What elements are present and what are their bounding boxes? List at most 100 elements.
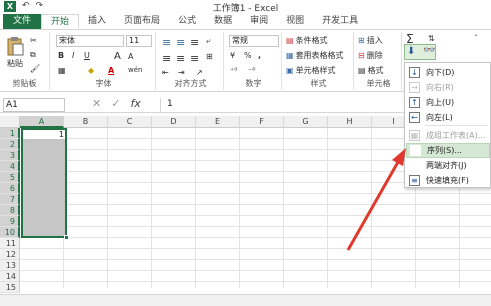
paste-icon bbox=[7, 37, 24, 56]
italic-button[interactable]: I bbox=[72, 51, 74, 60]
align-right-icon[interactable]: ≡ bbox=[190, 52, 199, 65]
row-header-10[interactable]: 10 bbox=[0, 227, 20, 238]
font-name-combo[interactable]: 宋体 bbox=[56, 35, 124, 47]
fill-menu-item-6[interactable]: 两端对齐(J) bbox=[406, 158, 490, 173]
fill-menu-item-2[interactable]: ↑ 向上(U) bbox=[406, 95, 490, 110]
sheet-tab-bar bbox=[0, 294, 491, 306]
fill-color-icon[interactable]: ◆ bbox=[88, 66, 94, 75]
fill-menu-label-1: 向右(R) bbox=[426, 83, 454, 92]
currency-icon[interactable]: ¥ bbox=[230, 51, 235, 60]
row-header-8[interactable]: 8 bbox=[0, 205, 20, 216]
column-header-c[interactable]: C bbox=[108, 116, 152, 128]
cut-icon[interactable]: ✂ bbox=[30, 36, 37, 45]
column-header-a[interactable]: A bbox=[20, 116, 64, 128]
fill-button[interactable]: ⬇ 👓 bbox=[404, 44, 436, 60]
paste-button[interactable]: 粘贴 bbox=[6, 36, 24, 69]
fill-handle[interactable] bbox=[64, 235, 69, 240]
row-header-4[interactable]: 4 bbox=[0, 161, 20, 172]
indent-decrease-icon[interactable]: ⇤ bbox=[162, 68, 169, 77]
merge-icon[interactable]: ⊞ bbox=[206, 52, 213, 61]
table-format-label: 套用表格格式 bbox=[295, 51, 344, 60]
fill-menu-item-4: ▦ 成组工作表(A)... bbox=[406, 128, 490, 143]
cancel-icon[interactable]: ✕ bbox=[92, 97, 101, 110]
ribbon-collapse-icon[interactable]: ˆ bbox=[474, 34, 478, 43]
fill-menu-item-0[interactable]: ↓ 向下(D) bbox=[406, 65, 490, 80]
row-header-1[interactable]: 1 bbox=[0, 128, 20, 139]
column-header-h[interactable]: H bbox=[328, 116, 372, 128]
tab-file[interactable]: 文件 bbox=[3, 14, 42, 29]
border-icon[interactable]: ▦ bbox=[58, 66, 66, 75]
row-header-12[interactable]: 12 bbox=[0, 249, 20, 260]
tab-formulas[interactable]: 公式 bbox=[169, 14, 205, 29]
row-header-14[interactable]: 14 bbox=[0, 271, 20, 282]
row-header-6[interactable]: 6 bbox=[0, 183, 20, 194]
sort-filter-icon[interactable]: ⇅ bbox=[428, 34, 435, 43]
align-middle-icon[interactable]: ≡ bbox=[176, 36, 185, 49]
formula-actions: ✕ ✓ fx bbox=[92, 97, 141, 110]
column-header-d[interactable]: D bbox=[152, 116, 196, 128]
selected-range[interactable] bbox=[21, 128, 67, 238]
delete-button[interactable]: ⊟ 删除 bbox=[358, 50, 383, 61]
row-header-9[interactable]: 9 bbox=[0, 216, 20, 227]
tab-data[interactable]: 数据 bbox=[205, 14, 241, 29]
row-header-7[interactable]: 7 bbox=[0, 194, 20, 205]
insert-function-button[interactable]: fx bbox=[130, 97, 140, 110]
align-center-icon[interactable]: ≡ bbox=[176, 52, 185, 65]
tab-developer[interactable]: 开发工具 bbox=[313, 14, 367, 29]
fill-menu-label-2: 向上(U) bbox=[426, 98, 455, 107]
table-format-button[interactable]: ▦ 套用表格格式 bbox=[286, 50, 344, 61]
align-bottom-icon[interactable]: ≡ bbox=[190, 36, 199, 49]
grow-font-button[interactable]: A bbox=[114, 51, 121, 62]
row-header-5[interactable]: 5 bbox=[0, 172, 20, 183]
row-header-3[interactable]: 3 bbox=[0, 150, 20, 161]
tab-insert[interactable]: 插入 bbox=[79, 14, 115, 29]
clipboard-group: 粘贴 ✂ ⧉ 🖌 剪贴板 bbox=[0, 32, 50, 90]
tab-view[interactable]: 视图 bbox=[277, 14, 313, 29]
font-size-combo[interactable]: 11 bbox=[126, 35, 152, 47]
name-box[interactable]: A1 bbox=[3, 98, 65, 112]
shrink-font-button[interactable]: A bbox=[128, 52, 133, 61]
align-left-icon[interactable]: ≡ bbox=[162, 52, 171, 65]
row-header-2[interactable]: 2 bbox=[0, 139, 20, 150]
percent-button[interactable]: % bbox=[244, 51, 252, 60]
copy-icon[interactable]: ⧉ bbox=[30, 50, 36, 60]
conditional-format-button[interactable]: ▤ 条件格式 bbox=[286, 35, 328, 46]
cond-format-label: 条件格式 bbox=[295, 36, 328, 45]
find-select-icon: 👓 bbox=[423, 45, 436, 56]
fill-menu-label-6: 两端对齐(J) bbox=[426, 161, 467, 170]
tab-page-layout[interactable]: 页面布局 bbox=[115, 14, 169, 29]
row-header-15[interactable]: 15 bbox=[0, 282, 20, 293]
increase-decimal-icon[interactable]: ⁺⁰ bbox=[230, 66, 237, 75]
tab-home[interactable]: 开始 bbox=[41, 14, 80, 29]
insert-button[interactable]: ⊞ 插入 bbox=[358, 35, 383, 46]
row-header-11[interactable]: 11 bbox=[0, 238, 20, 249]
column-header-e[interactable]: E bbox=[196, 116, 240, 128]
tab-review[interactable]: 审阅 bbox=[241, 14, 277, 29]
format-painter-icon[interactable]: 🖌 bbox=[30, 64, 40, 73]
row-header-13[interactable]: 13 bbox=[0, 260, 20, 271]
column-header-g[interactable]: G bbox=[284, 116, 328, 128]
bold-button[interactable]: B bbox=[58, 51, 64, 60]
fill-menu-item-3[interactable]: ← 向左(L) bbox=[406, 110, 490, 125]
align-top-icon[interactable]: ≡ bbox=[162, 36, 171, 49]
orientation-icon[interactable]: ↗ bbox=[196, 68, 203, 77]
fill-menu-label-0: 向下(D) bbox=[426, 68, 455, 77]
cell-a1[interactable]: 1 bbox=[23, 130, 65, 139]
wrap-text-icon[interactable]: ⤶ bbox=[206, 36, 210, 46]
underline-button[interactable]: U bbox=[84, 51, 90, 60]
number-format-combo[interactable]: 常规 bbox=[229, 35, 279, 47]
indent-increase-icon[interactable]: ⇥ bbox=[178, 68, 185, 77]
font-color-button[interactable]: A bbox=[108, 66, 114, 75]
column-header-b[interactable]: B bbox=[64, 116, 108, 128]
decrease-decimal-icon[interactable]: ⁻⁰ bbox=[248, 66, 255, 75]
phonetic-button[interactable]: wén bbox=[128, 66, 142, 74]
comma-button[interactable]: , bbox=[258, 51, 261, 60]
format-button[interactable]: ▤ 格式 bbox=[358, 65, 384, 76]
ribbon-tabs: 文件 开始 插入 页面布局 公式 数据 审阅 视图 开发工具 bbox=[0, 14, 491, 30]
column-header-f[interactable]: F bbox=[240, 116, 284, 128]
cell-style-button[interactable]: ▣ 单元格样式 bbox=[286, 65, 336, 76]
fill-menu-item-5[interactable]: 序列(S)... bbox=[406, 143, 490, 158]
select-all-corner[interactable] bbox=[0, 116, 20, 128]
enter-icon[interactable]: ✓ bbox=[111, 97, 120, 110]
fill-menu-item-7[interactable]: ≡ 快速填充(F) bbox=[406, 173, 490, 188]
